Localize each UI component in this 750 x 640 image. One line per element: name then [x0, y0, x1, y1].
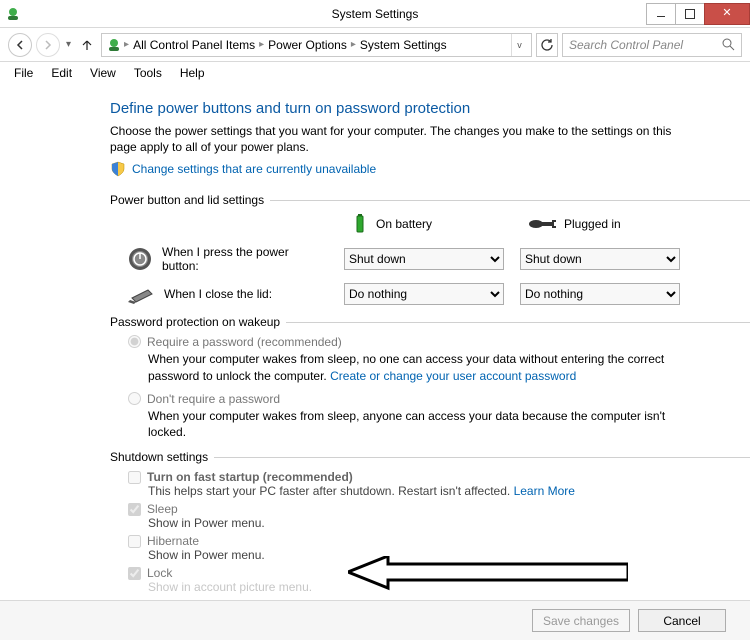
breadcrumb-dropdown[interactable]: v [511, 34, 527, 56]
no-password-text: When your computer wakes from sleep, any… [148, 408, 688, 440]
chevron-right-icon: ▸ [124, 39, 129, 50]
section-power-button-lid: Power button and lid settings [110, 193, 750, 207]
fast-startup-text: This helps start your PC faster after sh… [148, 484, 750, 498]
hibernate-text: Show in Power menu. [148, 548, 750, 562]
section-title: Power button and lid settings [110, 193, 264, 207]
address-breadcrumb[interactable]: ▸ All Control Panel Items ▸ Power Option… [101, 33, 532, 57]
history-dropdown-icon[interactable]: ▾ [64, 39, 73, 50]
shield-icon [110, 161, 126, 177]
require-password-label: Require a password (recommended) [147, 335, 342, 349]
section-password-protection: Password protection on wakeup [110, 315, 750, 329]
no-password-label: Don't require a password [147, 392, 280, 406]
lock-label: Lock [147, 566, 172, 580]
page-heading: Define power buttons and turn on passwor… [110, 100, 750, 117]
section-title: Shutdown settings [110, 450, 208, 464]
footer-bar: Save changes Cancel [0, 600, 750, 640]
fast-startup-checkbox [128, 471, 141, 484]
lock-text: Show in account picture menu. [148, 580, 750, 594]
breadcrumb-root[interactable]: All Control Panel Items [131, 38, 257, 52]
breadcrumb-power-options[interactable]: Power Options [266, 38, 349, 52]
close-lid-battery-select[interactable]: Do nothing [344, 283, 504, 305]
search-placeholder: Search Control Panel [569, 38, 683, 52]
back-button[interactable] [8, 33, 32, 57]
section-title: Password protection on wakeup [110, 315, 280, 329]
breadcrumb-current[interactable]: System Settings [358, 38, 449, 52]
sleep-checkbox [128, 503, 141, 516]
content-area: Define power buttons and turn on passwor… [0, 84, 750, 600]
refresh-button[interactable] [536, 33, 558, 57]
section-shutdown-settings: Shutdown settings [110, 450, 750, 464]
menu-bar: File Edit View Tools Help [0, 62, 750, 84]
power-button-battery-select[interactable]: Shut down [344, 248, 504, 270]
change-settings-link[interactable]: Change settings that are currently unava… [132, 162, 376, 176]
require-password-text: When your computer wakes from sleep, no … [148, 351, 688, 383]
hibernate-checkbox [128, 535, 141, 548]
menu-file[interactable]: File [6, 64, 41, 82]
require-password-radio [128, 335, 141, 348]
menu-view[interactable]: View [82, 64, 124, 82]
battery-icon [352, 213, 368, 235]
title-bar: System Settings [0, 0, 750, 28]
laptop-lid-icon [128, 284, 154, 304]
close-lid-plugged-select[interactable]: Do nothing [520, 283, 680, 305]
column-plugged-in: Plugged in [520, 217, 680, 231]
hibernate-label: Hibernate [147, 534, 199, 548]
window-title: System Settings [0, 7, 750, 21]
power-button-plugged-select[interactable]: Shut down [520, 248, 680, 270]
save-changes-button[interactable]: Save changes [532, 609, 630, 632]
maximize-button[interactable] [675, 3, 705, 25]
row-power-button: When I press the power button: [128, 245, 328, 273]
menu-tools[interactable]: Tools [126, 64, 170, 82]
search-input[interactable]: Search Control Panel [562, 33, 742, 57]
up-button[interactable] [77, 39, 97, 51]
column-on-battery: On battery [344, 213, 504, 235]
minimize-button[interactable] [646, 3, 676, 25]
power-icon [106, 37, 122, 53]
menu-edit[interactable]: Edit [43, 64, 80, 82]
plug-icon [528, 217, 556, 231]
lock-checkbox [128, 567, 141, 580]
chevron-right-icon: ▸ [259, 39, 264, 50]
row-close-lid: When I close the lid: [128, 284, 328, 304]
sleep-text: Show in Power menu. [148, 516, 750, 530]
page-description: Choose the power settings that you want … [110, 123, 690, 155]
search-icon [722, 38, 735, 51]
create-password-link[interactable]: Create or change your user account passw… [330, 369, 576, 383]
learn-more-link[interactable]: Learn More [514, 484, 575, 498]
close-button[interactable] [704, 3, 750, 25]
forward-button[interactable] [36, 33, 60, 57]
menu-help[interactable]: Help [172, 64, 213, 82]
navigation-bar: ▾ ▸ All Control Panel Items ▸ Power Opti… [0, 28, 750, 62]
sleep-label: Sleep [147, 502, 178, 516]
no-password-radio [128, 392, 141, 405]
cancel-button[interactable]: Cancel [638, 609, 726, 632]
power-button-icon [128, 247, 152, 271]
chevron-right-icon: ▸ [351, 39, 356, 50]
fast-startup-label: Turn on fast startup (recommended) [147, 470, 353, 484]
